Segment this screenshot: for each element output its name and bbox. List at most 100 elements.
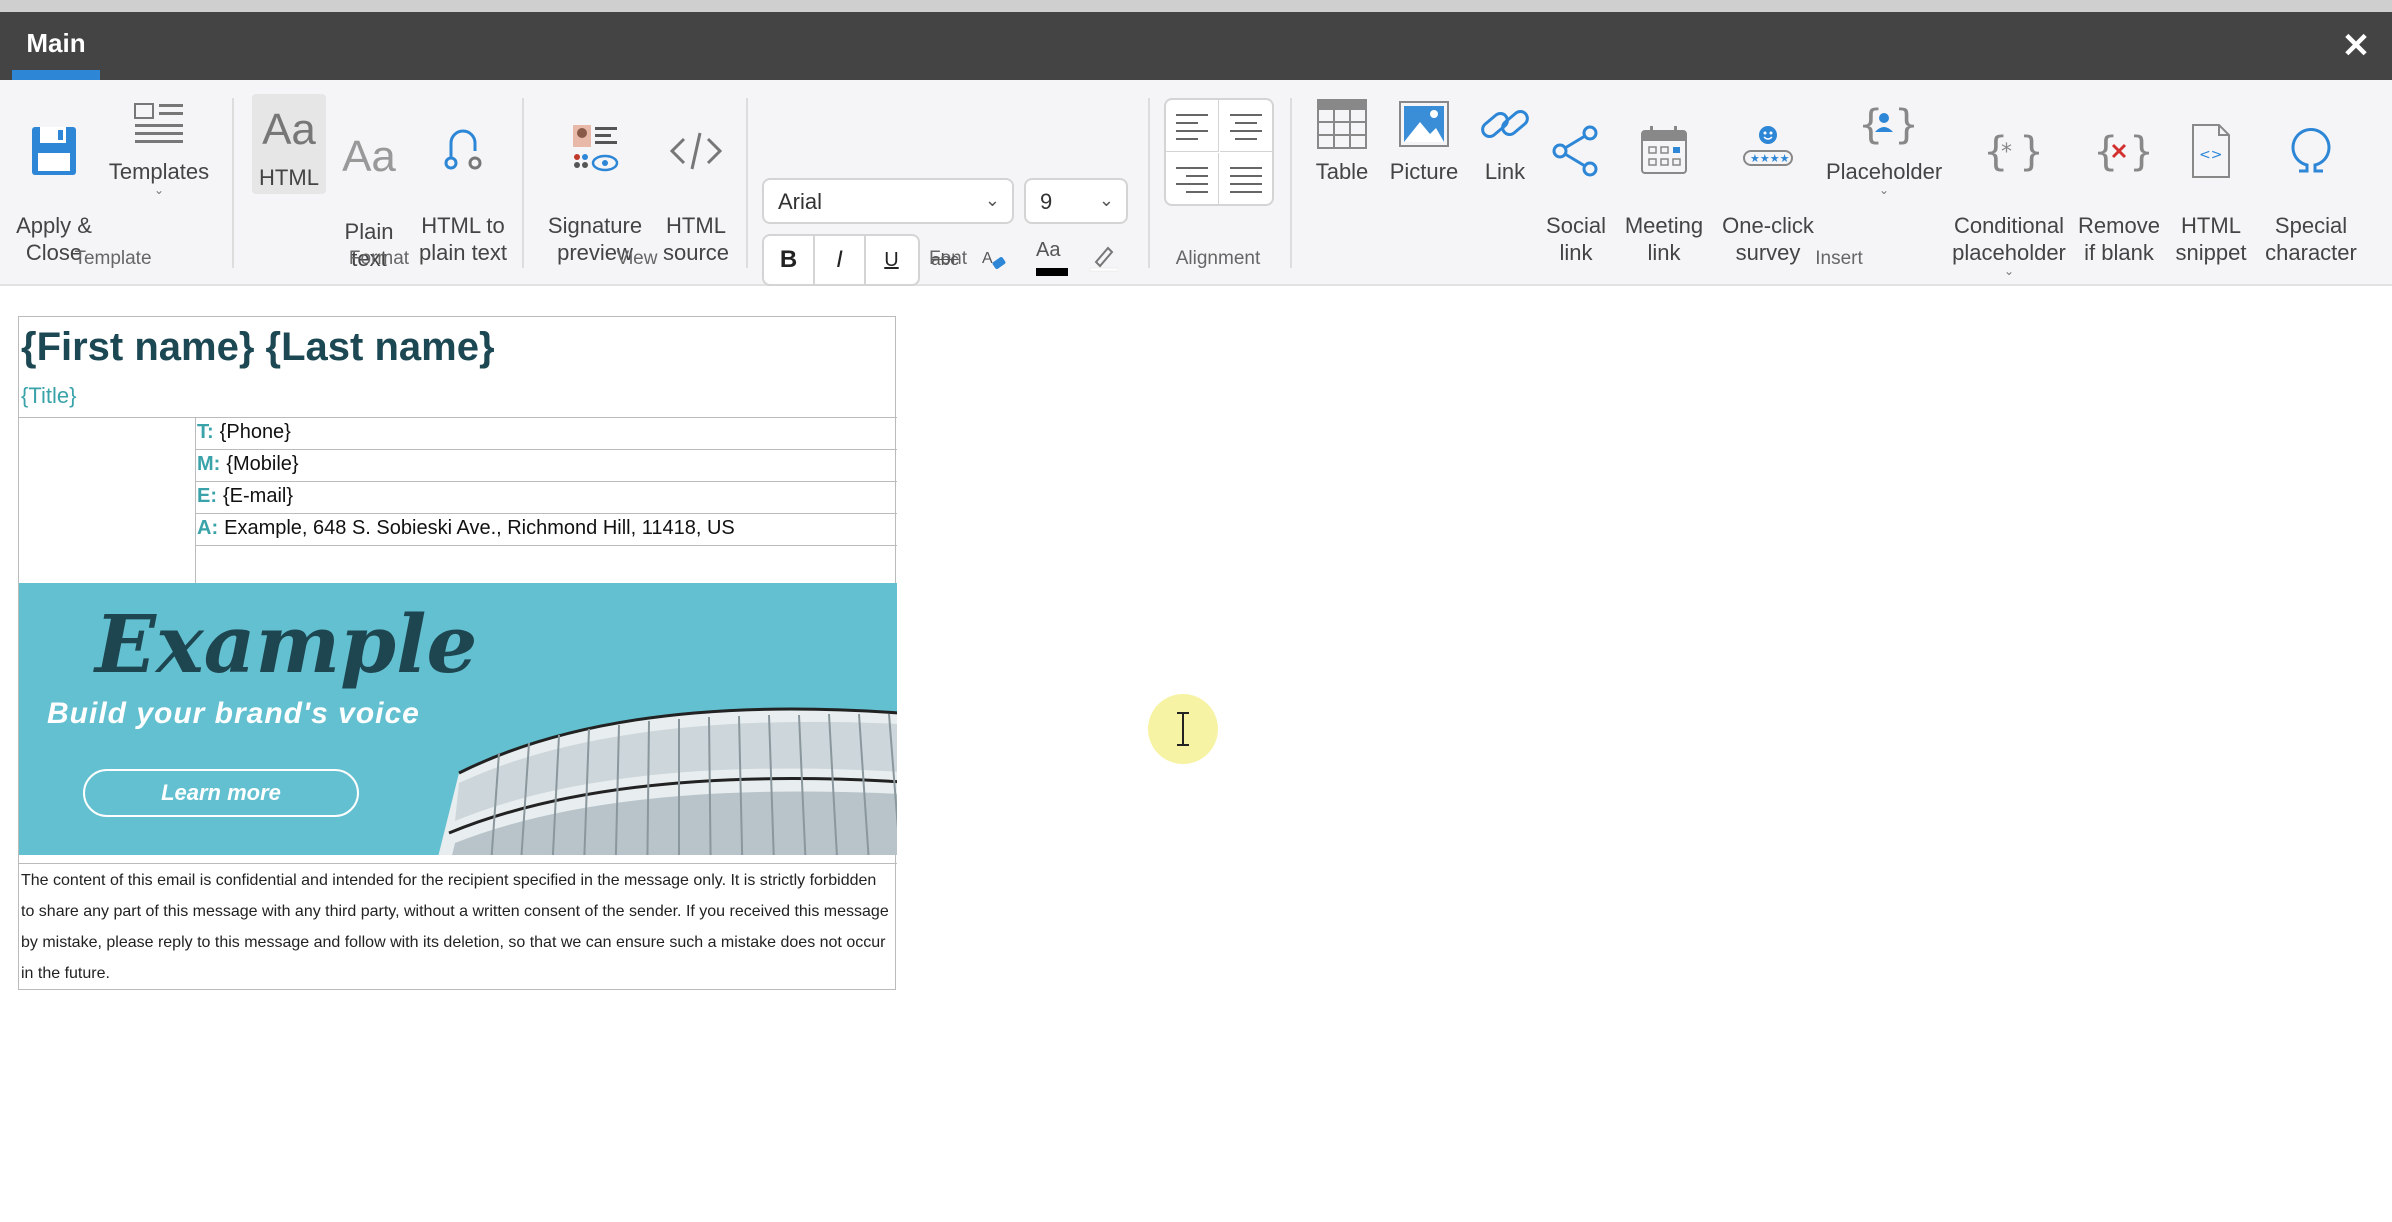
insert-conditional-placeholder-button[interactable]: { } * Conditional placeholder ⌄ [1950, 94, 2068, 303]
underline-button[interactable]: U [866, 236, 917, 284]
insert-picture-label: Picture [1389, 159, 1459, 184]
disclaimer-text[interactable]: The content of this email is confidentia… [21, 865, 893, 989]
table-border [195, 481, 897, 482]
font-size-select[interactable]: 9 ⌄ [1024, 178, 1128, 224]
close-icon[interactable]: ✕ [2340, 29, 2372, 63]
conditional-placeholder-icon: { } * [1983, 129, 2039, 175]
group-template: Apply & Close Templates ⌄ Template [0, 80, 226, 286]
font-color-swatch [1036, 268, 1068, 276]
insert-html-snippet-button[interactable]: <> HTML snippet [2172, 94, 2250, 266]
chevron-down-icon: ⌄ [1098, 190, 1114, 210]
align-left-button[interactable] [1166, 100, 1219, 152]
insert-special-character-button[interactable]: Special character [2258, 94, 2364, 266]
group-format: Aa HTML Aa Plain text HTML to plain text… [240, 80, 518, 286]
insert-survey-label: One-click survey [1722, 213, 1814, 265]
highlighter-icon [1089, 246, 1119, 272]
signature-editor-window: Main ✕ Apply & Close Templates ⌄ Templat… [0, 0, 2392, 1222]
clear-format-button[interactable]: A [972, 234, 1018, 286]
group-view: Signature preview HTML source View [530, 80, 744, 286]
templates-icon [134, 103, 183, 143]
insert-link-button[interactable]: Link [1472, 94, 1538, 185]
insert-meeting-link-label: Meeting link [1624, 213, 1704, 265]
contact-label: E: [197, 485, 217, 507]
learn-more-button[interactable]: Learn more [83, 769, 359, 817]
remove-if-blank-button[interactable]: { } Remove if blank [2076, 94, 2162, 266]
signature-preview-icon [573, 125, 619, 172]
insert-social-link-label: Social link [1546, 213, 1606, 265]
contact-row-email[interactable]: E: {E-mail} [197, 485, 293, 508]
html-source-button[interactable]: HTML source [656, 94, 736, 266]
table-border [19, 417, 897, 418]
align-justify-button[interactable] [1220, 153, 1273, 205]
banner-brand: Example [95, 597, 478, 691]
convert-icon [444, 129, 482, 170]
chevron-down-icon: ⌄ [1878, 183, 1890, 197]
survey-icon: ★★★★ [1743, 126, 1793, 166]
remove-if-blank-label: Remove if blank [2078, 213, 2160, 265]
snippet-icon: <> [2192, 124, 2230, 178]
placeholder-icon: { } [1858, 102, 1914, 148]
insert-html-snippet-label: HTML snippet [2175, 213, 2247, 265]
insert-survey-button[interactable]: ★★★★ One-click survey [1718, 94, 1818, 266]
highlight-button[interactable] [1080, 234, 1126, 286]
group-separator [522, 98, 524, 268]
table-border [195, 513, 897, 514]
font-family-select[interactable]: Arial ⌄ [762, 178, 1014, 224]
chevron-down-icon: ⌄ [153, 183, 165, 197]
tab-main-label: Main [26, 28, 86, 58]
insert-special-character-label: Special character [2265, 213, 2357, 265]
tab-bar: Main ✕ [0, 12, 2392, 80]
signature-title[interactable]: {Title} [21, 383, 76, 409]
plain-text-icon: Aa [342, 132, 396, 181]
svg-text:}: } [1894, 102, 1914, 148]
apply-close-button[interactable]: Apply & Close [14, 94, 94, 266]
contact-value: {Mobile} [226, 453, 299, 475]
bold-button[interactable]: B [764, 236, 815, 284]
svg-text:A: A [982, 250, 993, 267]
group-separator [746, 98, 748, 268]
code-icon [669, 132, 723, 170]
signature-preview-button[interactable]: Signature preview [540, 94, 650, 266]
signature-canvas[interactable]: {First name} {Last name} {Title} T: {Phon… [18, 316, 897, 990]
contact-row-mobile[interactable]: M: {Mobile} [197, 453, 299, 476]
format-plain-text-button[interactable]: Aa Plain text [334, 94, 404, 272]
strikethrough-button[interactable]: abc [922, 234, 968, 286]
link-icon [1481, 110, 1529, 138]
align-center-button[interactable] [1220, 100, 1273, 152]
browser-top-strip [0, 0, 2392, 12]
banner-tagline: Build your brand's voice [47, 697, 420, 730]
text-cursor-icon [1177, 712, 1189, 746]
italic-button[interactable]: I [815, 236, 866, 284]
insert-social-link-button[interactable]: Social link [1542, 94, 1610, 266]
format-html-button[interactable]: Aa HTML [252, 94, 326, 194]
insert-link-label: Link [1484, 159, 1526, 184]
insert-table-button[interactable]: Table [1304, 94, 1380, 185]
insert-meeting-link-button[interactable]: Meeting link [1618, 94, 1710, 266]
group-separator [232, 98, 234, 268]
contact-value: {Phone} [219, 421, 291, 443]
table-border [195, 449, 897, 450]
eraser-icon: A [982, 250, 1006, 269]
chevron-down-icon: ⌄ [984, 190, 1000, 210]
contact-value: Example, 648 S. Sobieski Ave., Richmond … [224, 517, 735, 539]
contact-label: T: [197, 421, 214, 443]
svg-text:}: } [2019, 129, 2039, 175]
remove-blank-icon: { } [2093, 129, 2149, 175]
insert-placeholder-button[interactable]: { } Placeholder ⌄ [1826, 94, 1943, 197]
contact-row-phone[interactable]: T: {Phone} [197, 421, 291, 444]
insert-picture-button[interactable]: Picture [1384, 94, 1464, 185]
signature-banner[interactable]: Example Build your brand's voice Learn m… [19, 583, 897, 855]
contact-label: M: [197, 453, 221, 475]
group-label-view: View [616, 248, 658, 269]
table-border [195, 417, 196, 583]
signature-name[interactable]: {First name} {Last name} [21, 325, 495, 370]
font-color-button[interactable]: Aa [1026, 234, 1072, 286]
align-right-button[interactable] [1166, 153, 1219, 205]
insert-placeholder-label: Placeholder [1826, 159, 1943, 184]
contact-row-address[interactable]: A: Example, 648 S. Sobieski Ave., Richmon… [197, 517, 735, 540]
tab-main[interactable]: Main [12, 12, 100, 80]
html-to-plain-text-button[interactable]: HTML to plain text [408, 94, 518, 266]
svg-text:<>: <> [2199, 147, 2222, 163]
templates-button[interactable]: Templates ⌄ [104, 94, 214, 197]
omega-icon [2291, 127, 2331, 173]
